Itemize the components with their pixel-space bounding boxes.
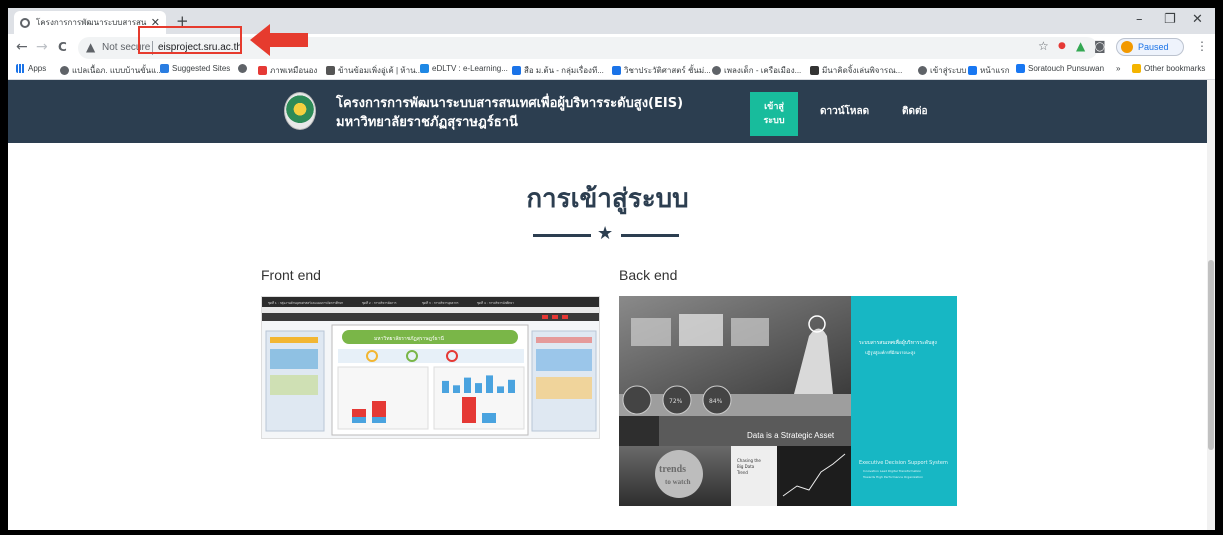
svg-text:to watch: to watch (665, 478, 691, 486)
svg-text:Big Data: Big Data (737, 464, 755, 469)
svg-text:Innovation Lead Digital Transf: Innovation Lead Digital Transformation (863, 469, 921, 473)
bookmark-item[interactable]: แปลเนื้อภ. แบบบ้านขั้นแ... (60, 64, 163, 77)
svg-text:Towards High Performance Organ: Towards High Performance Organization (862, 475, 923, 479)
bookmark-apps[interactable]: Apps (16, 64, 46, 73)
svg-text:Data is a Strategic Asset: Data is a Strategic Asset (747, 431, 835, 440)
page-scrollbar[interactable] (1207, 80, 1215, 530)
bookmarks-bar: Apps แปลเนื้อภ. แบบบ้านขั้นแ... Suggeste… (8, 62, 1215, 80)
apps-grid-icon (16, 64, 25, 73)
reload-button[interactable]: C (58, 40, 67, 54)
site-title-line1: โครงการการพัฒนาระบบสารสนเทศเพื่อผู้บริหา… (336, 96, 684, 111)
avatar (1121, 41, 1133, 53)
tab-title: โครงการการพัฒนาระบบสารสนเทศเพื่ (36, 18, 147, 27)
back-end-link-image[interactable]: 72% 84% Data is a Strategic Asset trends… (619, 296, 957, 506)
bookmark-item[interactable]: ภาพเหมือนอง (258, 64, 317, 77)
red-arrow-annotation (250, 24, 308, 56)
bookmark-item[interactable]: Soratouch Punsuwan (1016, 64, 1104, 73)
youtube-icon (258, 66, 267, 75)
forward-button[interactable]: → (36, 39, 48, 55)
preview-bar (464, 377, 471, 393)
profile-button[interactable]: Paused (1116, 38, 1184, 56)
bookmark-item[interactable] (238, 64, 250, 73)
preview-bar (475, 383, 482, 393)
page-title: การเข้าสู่ระบบ (526, 184, 689, 214)
front-end-dashboard-preview: ชุดที่ 1 : กลุ่มงานด้านยุทธศาสตร์และแผนก… (262, 297, 599, 436)
bookmark-suggested-sites[interactable]: Suggested Sites (160, 64, 230, 73)
front-end-link-image[interactable]: ชุดที่ 1 : กลุ่มงานด้านยุทธศาสตร์และแผนก… (261, 296, 600, 439)
bookmark-page-icon (810, 66, 819, 75)
site-title-line2: มหาวิทยาลัยราชภัฏสุราษฎร์ธานี (336, 115, 518, 130)
svg-text:84%: 84% (709, 398, 723, 405)
bookmark-item[interactable]: ข้านข้อมเพิ่งอู่เค้ | ห้าน... (326, 64, 422, 77)
svg-text:72%: 72% (669, 398, 683, 405)
bookmark-item[interactable]: มีนาคิดจิ้งเล่นพิจารณ... (810, 64, 902, 77)
back-end-collage-preview: 72% 84% Data is a Strategic Asset trends… (619, 296, 957, 506)
bing-icon (160, 64, 169, 73)
scrollbar-thumb[interactable] (1208, 260, 1214, 450)
bookmark-item[interactable]: eDLTV : e-Learning... (420, 64, 508, 73)
minimize-button[interactable]: – (1136, 12, 1143, 27)
front-end-label: Front end (261, 267, 321, 283)
restore-button[interactable]: ❐ (1164, 12, 1176, 27)
back-button[interactable]: ← (16, 39, 28, 55)
university-logo[interactable] (284, 92, 316, 130)
nav-contact[interactable]: ติดต่อ (902, 104, 928, 119)
docs-icon (512, 66, 521, 75)
bookmark-item[interactable]: เข้าสู่ระบบ (918, 64, 966, 77)
docs-icon (612, 66, 621, 75)
drive-icon[interactable]: ▲ (1076, 39, 1085, 53)
back-end-label: Back end (619, 267, 678, 283)
menu-icon[interactable]: ⋮ (1196, 39, 1208, 53)
page-icon (326, 66, 335, 75)
bookmark-item[interactable]: วิชาประวัติศาสตร์ ชั้นม่... (612, 64, 711, 77)
preview-bar (453, 385, 460, 393)
facebook-icon (1016, 64, 1025, 73)
preview-bar (497, 386, 504, 393)
preview-bar (508, 379, 515, 393)
star-icon: ★ (597, 223, 614, 244)
globe-icon (238, 64, 247, 73)
url-highlight-box (138, 26, 242, 54)
svg-text:Trend: Trend (736, 470, 748, 475)
site-title[interactable]: โครงการการพัฒนาระบบสารสนเทศเพื่อผู้บริหา… (336, 94, 683, 132)
bookmarks-overflow[interactable]: » (1116, 64, 1120, 73)
other-bookmarks[interactable]: Other bookmarks (1132, 64, 1205, 73)
preview-bar (442, 380, 449, 393)
globe-icon (20, 17, 30, 28)
close-window-button[interactable]: ✕ (1192, 12, 1203, 27)
globe-icon (60, 66, 69, 75)
bookmark-item[interactable]: เพลงเด็ก - เครือเมือง... (712, 64, 801, 77)
login-nav-button[interactable]: เข้าสู่ ระบบ (750, 92, 798, 136)
bookmark-item[interactable]: หน้าแรก (968, 64, 1010, 77)
nav-download[interactable]: ดาวน์โหลด (820, 104, 869, 119)
svg-text:Chasing the: Chasing the (737, 458, 761, 463)
edltv-icon (420, 64, 429, 73)
folder-icon (1132, 64, 1141, 73)
svg-text:ระบบสารสนเทศเพื่อผู้บริหารระดั: ระบบสารสนเทศเพื่อผู้บริหารระดับสูง (859, 339, 937, 346)
preview-bar (486, 375, 493, 393)
browser-window: โครงการการพัฒนาระบบสารสนเทศเพื่ ✕ + – ❐ … (8, 8, 1215, 530)
warning-icon: ▲ (86, 40, 96, 54)
extension-red-icon[interactable]: ● (1058, 41, 1066, 51)
star-icon[interactable]: ☆ (1038, 39, 1049, 53)
star-divider: ★ (533, 223, 683, 244)
globe-icon (918, 66, 927, 75)
facebook-icon (968, 66, 977, 75)
bookmark-item[interactable]: สือ ม.ต้น - กลุ่มเรื่องที... (512, 64, 604, 77)
svg-text:Executive Decision Support Sys: Executive Decision Support System (859, 460, 948, 466)
svg-text:trends: trends (659, 464, 686, 475)
svg-text:มหาวิทยาลัยราชภัฏสุราษฎร์ธานี: มหาวิทยาลัยราชภัฏสุราษฎร์ธานี (374, 335, 445, 342)
site-navbar: โครงการการพัฒนาระบบสารสนเทศเพื่อผู้บริหา… (8, 80, 1207, 143)
camera-icon[interactable]: ◙ (1094, 39, 1106, 53)
globe-icon (712, 66, 721, 75)
profile-status: Paused (1138, 42, 1169, 52)
